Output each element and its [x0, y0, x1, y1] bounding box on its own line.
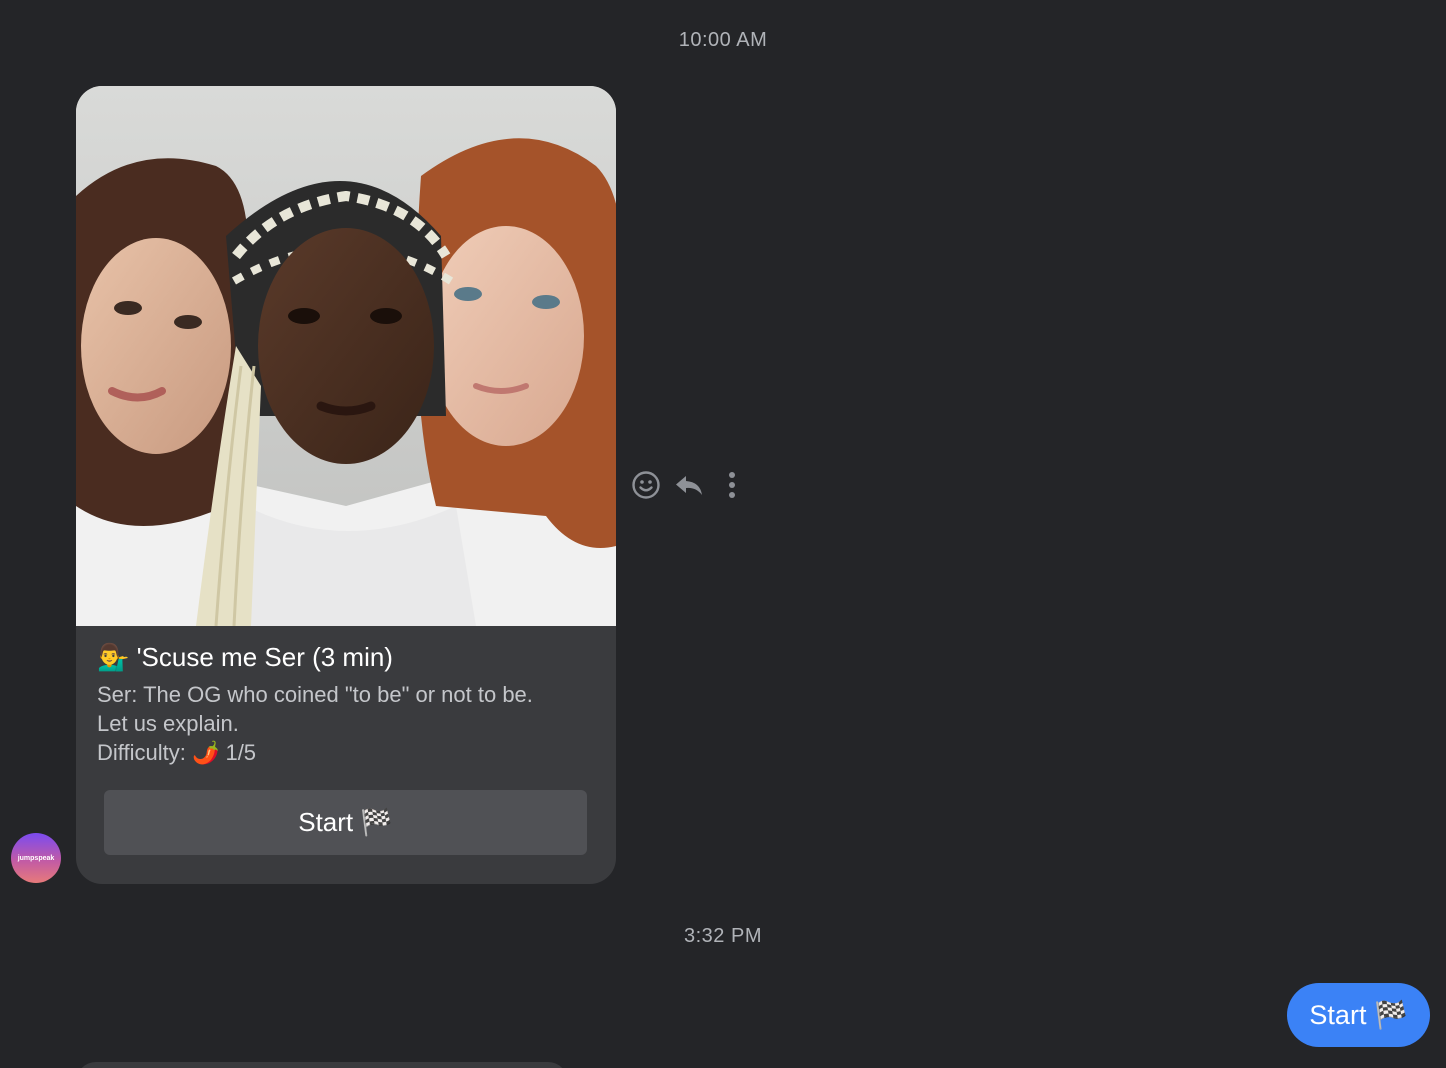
chat-canvas: 10:00 AM — [0, 0, 1446, 1068]
timestamp-first: 10:00 AM — [678, 29, 768, 51]
next-message-bubble — [76, 1062, 568, 1068]
lesson-description: Ser: The OG who coined "to be" or not to… — [97, 680, 533, 767]
avatar[interactable]: jumpspeak — [11, 833, 61, 883]
reply-icon[interactable] — [672, 468, 706, 502]
lesson-card: 💁‍♂️ 'Scuse me Ser (3 min) Ser: The OG w… — [76, 86, 616, 884]
lesson-title: 💁‍♂️ 'Scuse me Ser (3 min) — [97, 642, 393, 672]
lesson-photo — [76, 86, 616, 626]
smiley-icon[interactable] — [630, 468, 664, 502]
start-lesson-button[interactable]: Start 🏁 — [104, 790, 587, 855]
difficulty-line: Difficulty: 🌶️ 1/5 — [97, 740, 257, 765]
description-line: Let us explain. — [97, 711, 239, 736]
timestamp-second: 3:32 PM — [684, 925, 762, 947]
description-line: Ser: The OG who coined "to be" or not to… — [97, 682, 533, 707]
sent-message-bubble[interactable]: Start 🏁 — [1287, 983, 1430, 1047]
more-vertical-icon[interactable] — [718, 468, 752, 502]
